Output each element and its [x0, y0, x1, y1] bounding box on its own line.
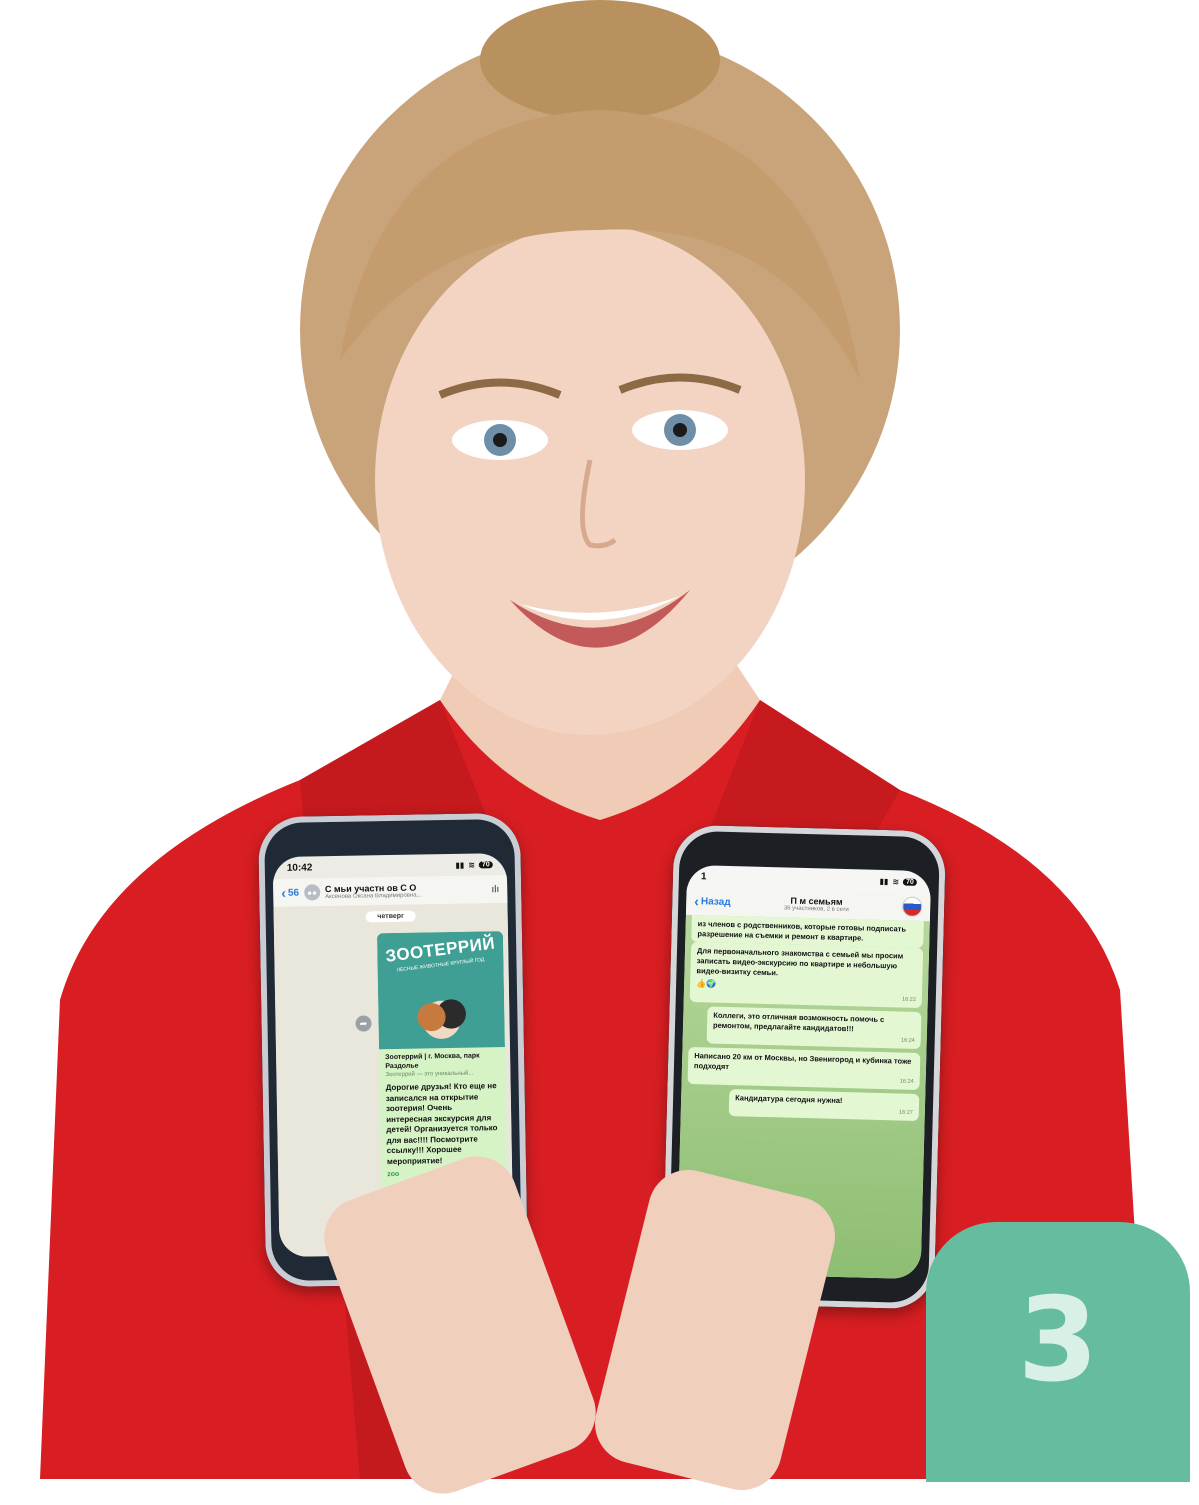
animal-illustration	[407, 985, 475, 1043]
back-button[interactable]: ‹ 56	[281, 884, 300, 901]
message-text: из членов с родственников, которые готов…	[697, 919, 907, 943]
group-icon[interactable]: ●●	[303, 884, 321, 901]
thumbs-up-icon: 👍	[696, 979, 707, 989]
back-count: 56	[287, 887, 300, 899]
battery-icon: 70	[903, 878, 917, 886]
wifi-icon: ≋	[892, 876, 900, 886]
globe-icon: 🌍	[705, 979, 717, 989]
message-text: Написано 20 км от Москвы, но Звенигород …	[693, 1051, 912, 1072]
battery-icon: 70	[478, 860, 493, 868]
message-bubble[interactable]: Для первоначального знакомства с семьей …	[689, 942, 924, 1009]
message-bubble[interactable]: Коллеги, это отличная возможность помочь…	[706, 1006, 922, 1050]
message-time: 16:24	[899, 1078, 914, 1085]
step-number-badge: 3	[926, 1222, 1190, 1482]
signal-icon: ▮▮	[455, 860, 465, 870]
signal-icon: ▮▮	[879, 876, 889, 886]
chevron-left-icon: ‹	[281, 884, 287, 901]
day-label: четверг	[365, 910, 416, 923]
voice-wave-icon[interactable]: ılı	[491, 884, 499, 895]
link-title: Зоотеррий | г. Москва, парк Раздолье	[385, 1052, 480, 1071]
message-bubble[interactable]: Написано 20 км от Москвы, но Звенигород …	[687, 1046, 921, 1091]
wifi-icon: ≋	[468, 860, 476, 870]
face	[375, 225, 805, 735]
message-time: 16:24	[900, 1037, 915, 1044]
status-time: 1	[700, 870, 707, 882]
back-label: Назад	[700, 895, 731, 908]
post-image: ЗООТЕРРИЙ ЛЕСНЫЕ ЖИВОТНЫЕ КРУГЛЫЙ ГОД	[376, 931, 505, 1050]
step-number: 3	[1017, 1272, 1099, 1408]
back-button[interactable]: ‹ Назад	[694, 893, 731, 910]
hair-bun	[480, 0, 720, 120]
message-text: Для первоначального знакомства с семьей …	[696, 946, 904, 978]
message-time: 16:27	[898, 1109, 913, 1116]
group-avatar[interactable]	[901, 896, 923, 918]
chat-title-block[interactable]: П м семьям 36 участников, 2 в сети	[735, 894, 897, 914]
chevron-left-icon: ‹	[694, 893, 700, 910]
message-text: Коллеги, это отличная возможность помочь…	[712, 1010, 885, 1034]
photo-scene: 10:42 ▮▮ ≋ 70 ‹ 56 ●● С мьи участн ов С …	[0, 0, 1199, 1505]
post-text: Дорогие друзья! Кто еще не записался на …	[385, 1081, 498, 1166]
message-text: Кандидатура сегодня нужна!	[735, 1093, 843, 1106]
forward-icon[interactable]: ➦	[355, 1015, 372, 1032]
status-time: 10:42	[286, 861, 313, 874]
chat-title-block[interactable]: С мьи участн ов С О Аксенова Оксана Влад…	[325, 881, 487, 901]
message-bubble[interactable]: Кандидатура сегодня нужна! 16:27	[728, 1089, 920, 1122]
